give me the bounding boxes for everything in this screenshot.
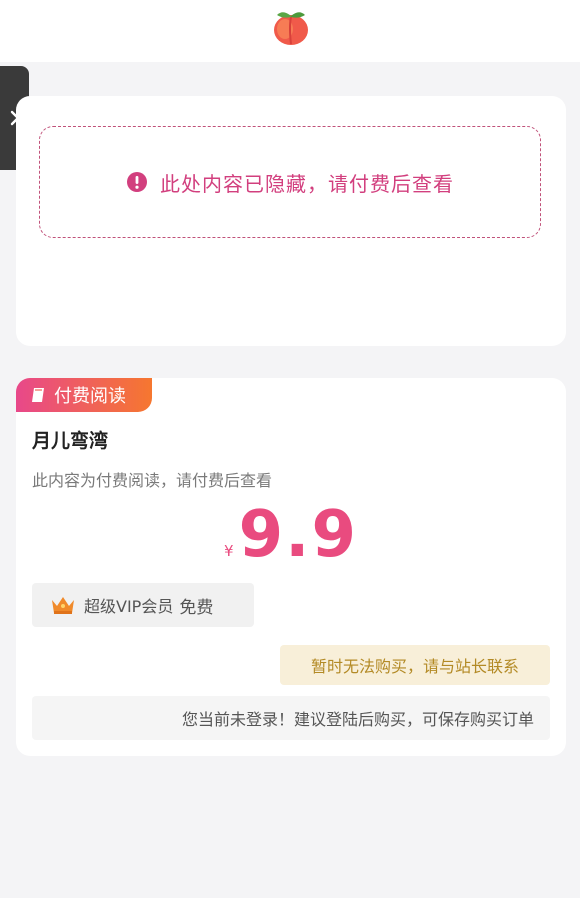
paid-reading-label: 付费阅读 <box>54 386 126 407</box>
book-icon <box>32 388 44 402</box>
vip-label: 超级VIP会员 <box>84 597 174 616</box>
price-value: 9.9 <box>238 498 358 572</box>
currency-symbol: ¥ <box>223 542 234 560</box>
paid-description: 此内容为付费阅读，请付费后查看 <box>32 471 273 490</box>
crown-icon <box>52 597 74 614</box>
top-bar <box>0 0 580 62</box>
peach-icon[interactable] <box>271 7 311 47</box>
purchase-notice: 暂时无法购买，请与站长联系 <box>280 645 550 685</box>
hidden-content-card: 此处内容已隐藏，请付费后查看 <box>16 96 566 346</box>
article-title: 月儿弯湾 <box>32 430 109 452</box>
vip-free-button[interactable]: 超级VIP会员 免费 <box>32 583 254 627</box>
paid-reading-card: 付费阅读 月儿弯湾 此内容为付费阅读，请付费后查看 ¥ 9.9 超级VIP会员 … <box>16 378 566 756</box>
login-tip: 您当前未登录！建议登陆后购买，可保存购买订单 <box>32 696 550 740</box>
hidden-content-message: 此处内容已隐藏，请付费后查看 <box>160 171 454 196</box>
vip-free-label: 免费 <box>179 597 214 618</box>
paid-reading-badge: 付费阅读 <box>16 378 152 412</box>
hidden-content-box: 此处内容已隐藏，请付费后查看 <box>39 126 541 238</box>
exclamation-circle-icon <box>127 172 147 192</box>
price-display: ¥ 9.9 <box>16 500 566 570</box>
